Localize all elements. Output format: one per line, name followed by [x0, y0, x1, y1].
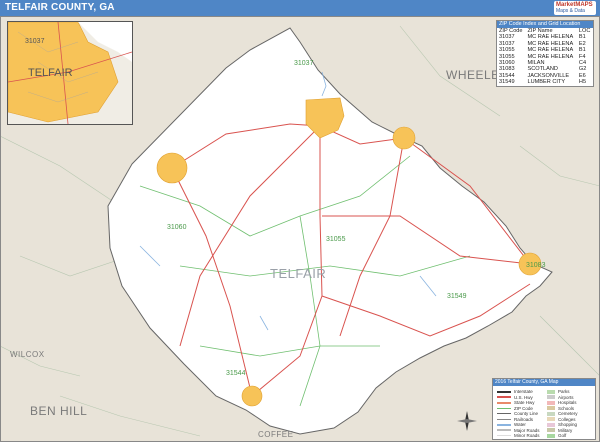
zip-label: 31060 — [167, 224, 187, 231]
inset-zip-label: 31037 — [25, 38, 45, 45]
table-row: 31083 SCOTLAND G2 — [497, 66, 593, 72]
zip-label: 31083 — [526, 262, 546, 269]
zip-index-table: ZIP Code Index and Grid Location ZIP Cod… — [496, 20, 594, 87]
table-row: 31037 MC RAE HELENA B1 — [497, 34, 593, 40]
county-label: TELFAIR — [270, 266, 327, 281]
zip-cell: 31549 — [499, 79, 515, 86]
neighbor-label-coffee: COFFEE — [258, 430, 294, 439]
legend-header: 2016 Telfair County, GA Map — [493, 379, 595, 386]
city-west — [156, 152, 188, 184]
neighbor-label-wilcox: WILCOX — [10, 350, 45, 359]
zip-name-cell: LUMBER CITY — [527, 79, 566, 86]
zip-label: 31055 — [326, 236, 346, 243]
zip-label: 31037 — [294, 60, 314, 67]
zip-name-cell: MC RAE HELENA — [527, 34, 574, 41]
legend-col-left: Interstate U.S. Hwy State Hwy ZIP Code C… — [497, 389, 540, 439]
page-title: TELFAIR COUNTY, GA — [5, 2, 115, 13]
zip-table: ZIP Code ZIP Name LOC 31037 MC RAE HELENA… — [497, 28, 593, 86]
title-bar: TELFAIR COUNTY, GA MarketMAPS Maps & Dat… — [0, 0, 600, 16]
legend-item: Minor Roads — [497, 433, 540, 439]
city-northeast — [392, 126, 416, 150]
zip-label: 31549 — [447, 293, 467, 300]
loc-cell: H5 — [578, 79, 587, 86]
brand-logo: MarketMAPS Maps & Data — [554, 1, 596, 15]
zip-label: 31544 — [226, 370, 246, 377]
zip-name-cell: MC RAE HELENA — [527, 47, 574, 54]
zip-table-header: ZIP Code Index and Grid Location — [497, 21, 593, 28]
table-row: 31055 MC RAE HELENA B1 — [497, 47, 593, 53]
map-page: TELFAIR COUNTY, GA MarketMAPS Maps & Dat… — [0, 0, 600, 442]
compass-rose-icon — [456, 410, 478, 434]
inset-county-label: TELFAIR — [28, 67, 73, 79]
neighbor-label-ben-hill: BEN HILL — [30, 404, 88, 418]
brand-line2: Maps & Data — [556, 8, 585, 14]
legend-item: Golf — [547, 433, 578, 439]
map-legend: 2016 Telfair County, GA Map Interstate U… — [492, 378, 596, 440]
legend-col-right: Parks Airports Hospitals Schools Cemeter… — [547, 389, 578, 439]
city-jacksonville — [241, 385, 263, 407]
table-row: 31549 LUMBER CITY H5 — [497, 79, 593, 85]
inset-map: TELFAIR 31037 — [7, 21, 133, 125]
